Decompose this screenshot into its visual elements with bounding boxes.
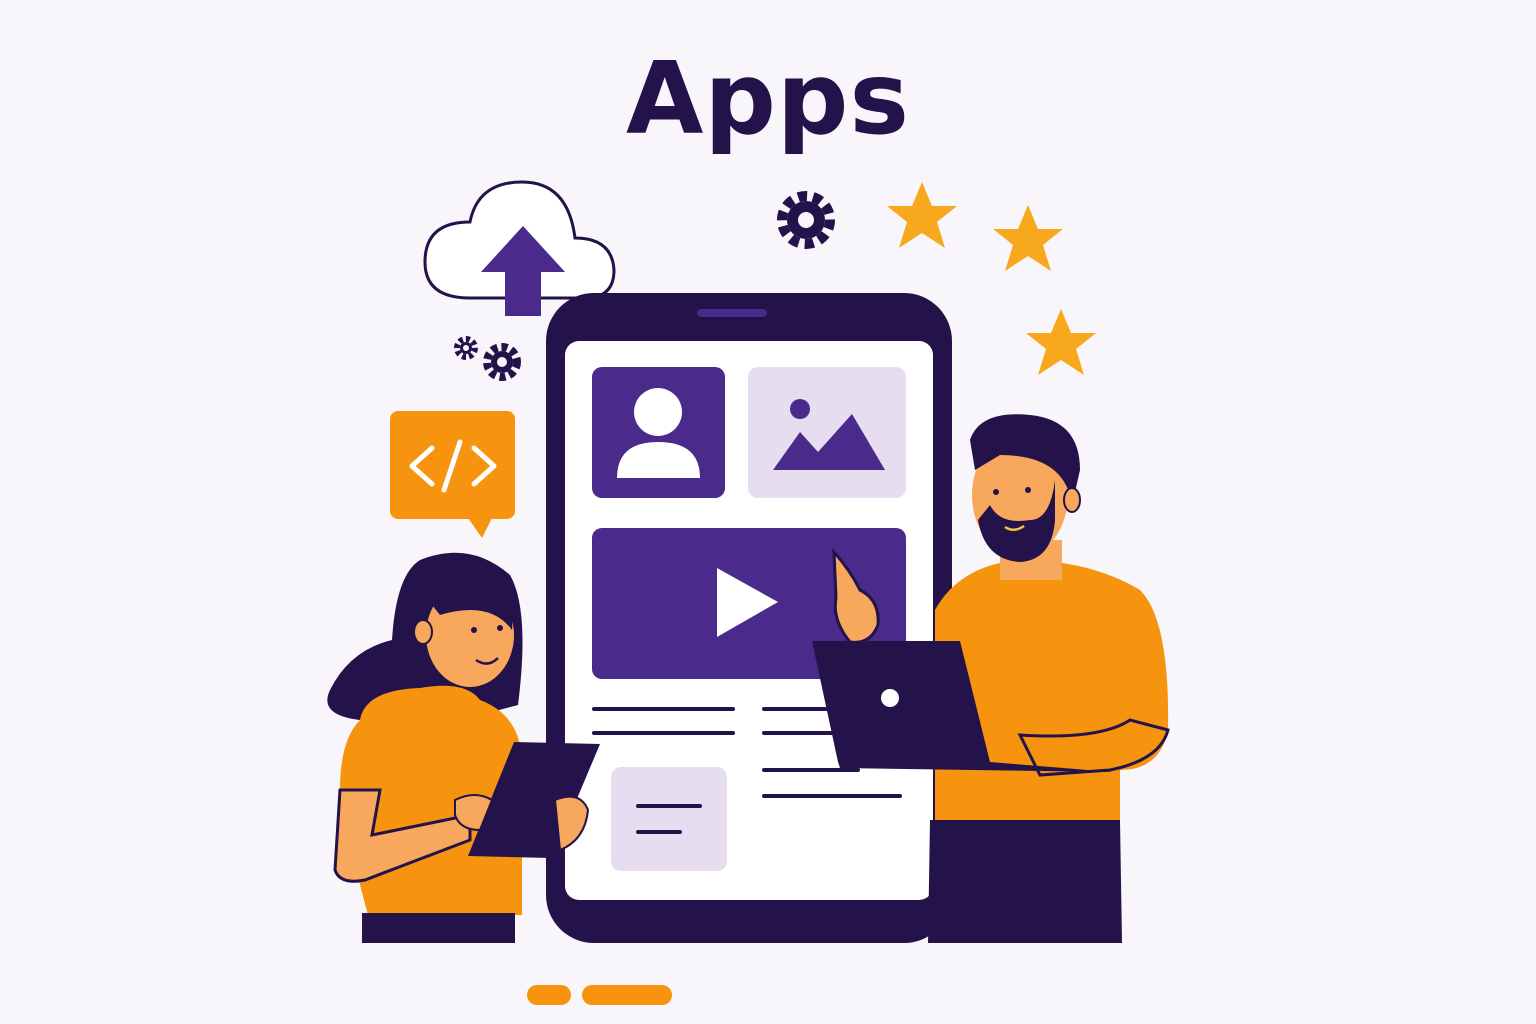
document-card (611, 767, 727, 871)
illustration: Apps (0, 0, 1536, 1024)
gear-icon (454, 336, 478, 360)
user-avatar-icon (592, 367, 725, 498)
apps-illustration (327, 180, 1170, 1005)
star-icon (993, 205, 1063, 271)
pagination-indicator (527, 985, 672, 1005)
gear-icon (483, 343, 521, 381)
gear-icon (777, 191, 835, 249)
image-icon (748, 367, 906, 498)
phone-mockup (546, 293, 952, 943)
star-icon (887, 182, 957, 248)
star-icon (1026, 309, 1096, 375)
code-bubble-icon (390, 411, 515, 538)
